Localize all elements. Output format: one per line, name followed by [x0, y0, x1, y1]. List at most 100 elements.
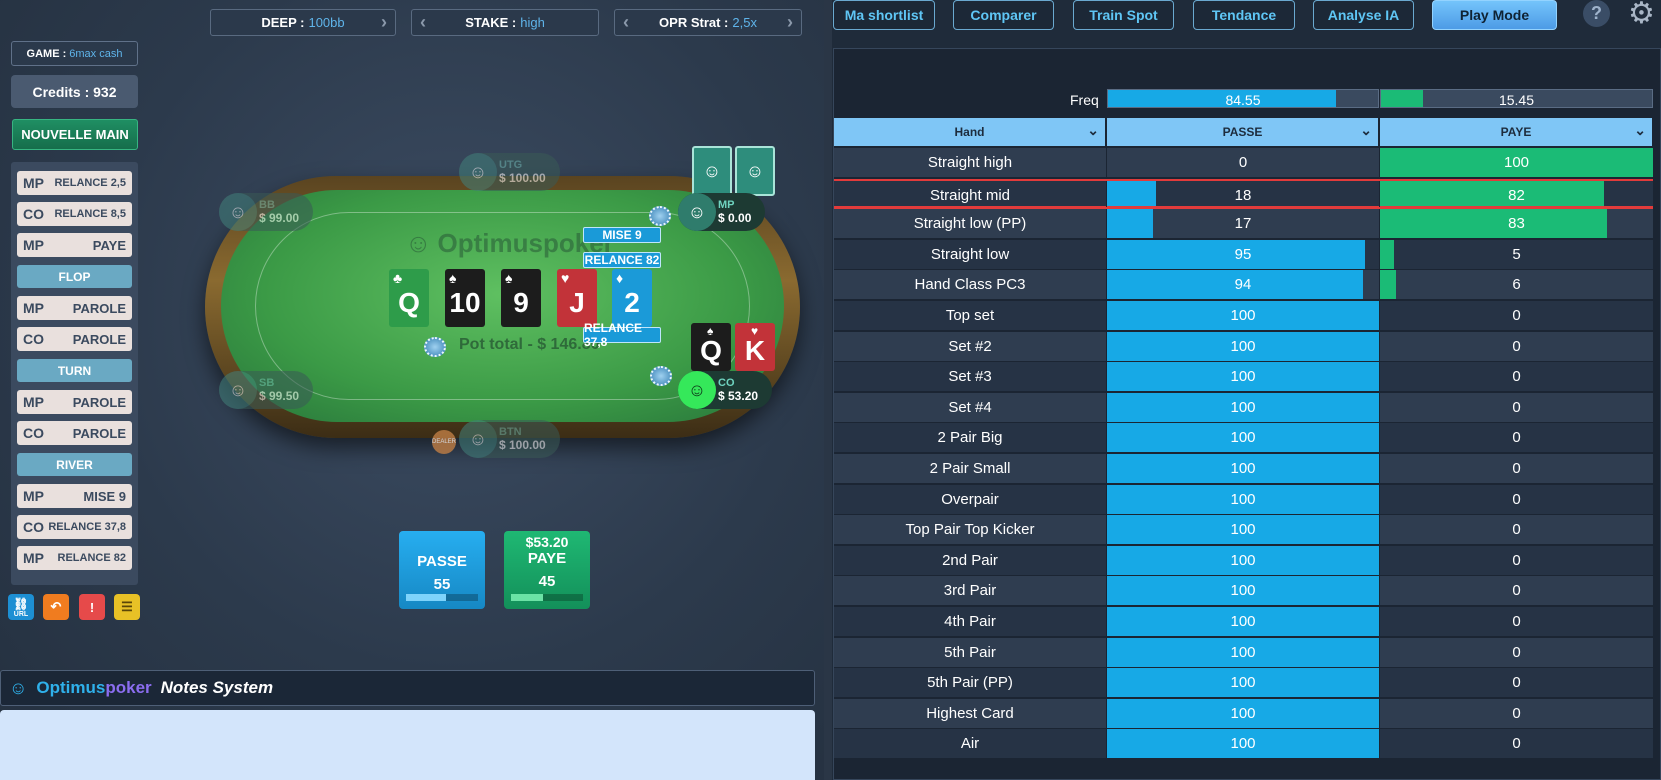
paye-amount: $53.20 — [525, 534, 569, 550]
train-spot-button[interactable]: Train Spot — [1073, 0, 1174, 30]
paye-cell: 6 — [1380, 270, 1653, 299]
table-row[interactable]: 4th Pair 100 0 — [834, 607, 1653, 637]
table-row[interactable]: 2 Pair Big 100 0 — [834, 423, 1653, 453]
url-link-button[interactable]: ⛓ URL — [8, 594, 34, 620]
chevron-down-icon[interactable]: ⌄ — [1634, 122, 1646, 139]
passe-button[interactable]: PASSE 55 — [399, 531, 485, 609]
hand-cell: 2 Pair Big — [834, 423, 1106, 452]
avatar: ☺ — [678, 371, 716, 409]
column-header-passe[interactable]: PASSE ⌄ — [1107, 118, 1379, 146]
table-row[interactable]: Highest Card 100 0 — [834, 699, 1653, 729]
table-row[interactable]: Set #3 100 0 — [834, 362, 1653, 392]
stake-selector[interactable]: ‹ STAKE : high — [411, 9, 599, 36]
alert-button[interactable]: ! — [79, 594, 105, 620]
chevron-right-icon[interactable]: › — [787, 12, 793, 33]
history-action: RELANCE 2,5 — [54, 177, 126, 189]
table-row[interactable]: Set #2 100 0 — [834, 332, 1653, 362]
passe-cell: 18 — [1107, 179, 1379, 208]
avatar: ☺ — [219, 371, 257, 409]
table-row[interactable]: Overpair 100 0 — [834, 485, 1653, 515]
action-history: MP RELANCE 2,5 CO RELANCE 8,5 MP PAYE FLOP … — [11, 162, 138, 585]
card-suit: ♠ — [449, 270, 457, 286]
table-row[interactable]: 2nd Pair 100 0 — [834, 546, 1653, 576]
table-row[interactable]: Top Pair Top Kicker 100 0 — [834, 515, 1653, 545]
passe-cell: 100 — [1107, 638, 1379, 667]
deep-selector[interactable]: DEEP : 100bb › — [210, 9, 396, 36]
new-hand-button[interactable]: NOUVELLE MAIN — [12, 119, 138, 150]
card-suit: ♦ — [616, 270, 624, 286]
seat-stack: $ 99.50 — [259, 389, 300, 403]
avatar: ☺ — [459, 153, 497, 191]
paye-cell: 82 — [1380, 179, 1653, 208]
table-row[interactable]: Set #4 100 0 — [834, 393, 1653, 423]
passe-value: 100 — [1230, 491, 1256, 508]
paye-cell: 0 — [1380, 546, 1653, 575]
ai-analysis-button[interactable]: Analyse IA — [1313, 0, 1414, 30]
table-row[interactable]: Hand Class PC3 94 6 — [834, 270, 1653, 300]
chevron-down-icon[interactable]: ⌄ — [1087, 122, 1099, 139]
hand-cell: Straight high — [834, 148, 1106, 177]
table-row[interactable]: 3rd Pair 100 0 — [834, 576, 1653, 606]
table-row[interactable]: Top set 100 0 — [834, 301, 1653, 331]
passe-cell: 100 — [1107, 699, 1379, 728]
hand-cell: 5th Pair — [834, 638, 1106, 667]
table-row[interactable]: Air 100 0 — [834, 729, 1653, 759]
passe-value: 100 — [1230, 705, 1256, 722]
table-row[interactable]: 5th Pair (PP) 100 0 — [834, 668, 1653, 698]
card-rank: K — [744, 335, 766, 366]
passe-value: 100 — [1230, 552, 1256, 569]
hand-cell: Overpair — [834, 485, 1106, 514]
undo-button[interactable]: ↶ — [43, 594, 69, 620]
paye-cell: 0 — [1380, 607, 1653, 636]
play-mode-button[interactable]: Play Mode — [1432, 0, 1557, 30]
card-suit: ♣ — [393, 270, 403, 286]
opr-strat-selector[interactable]: ‹ OPR Strat : 2,5x › — [614, 9, 802, 36]
hand-cell: Straight low — [834, 240, 1106, 269]
column-header-hand[interactable]: Hand ⌄ — [834, 118, 1106, 146]
trend-button[interactable]: Tendance — [1193, 0, 1295, 30]
opr-value: 2,5x — [732, 15, 757, 30]
passe-value: 100 — [1230, 613, 1256, 630]
credits-display: Credits : 932 — [11, 75, 138, 108]
column-header-paye[interactable]: PAYE ⌄ — [1380, 118, 1653, 146]
notes-textarea[interactable] — [0, 710, 815, 780]
table-row[interactable]: 5th Pair 100 0 — [834, 638, 1653, 668]
chevron-left-icon[interactable]: ‹ — [420, 12, 426, 33]
notes-brand-a: Optimus — [36, 678, 106, 697]
dealer-button: DEALER — [432, 430, 456, 454]
shortlist-button[interactable]: Ma shortlist — [833, 0, 935, 30]
notes-button[interactable]: ☰ — [114, 594, 140, 620]
hand-name: Top Pair Top Kicker — [905, 521, 1035, 538]
history-item: MP PAYE — [17, 233, 132, 257]
passe-cell: 100 — [1107, 393, 1379, 422]
paye-button[interactable]: $53.20 PAYE 45 — [504, 531, 590, 609]
card-rank: Q — [398, 287, 420, 318]
chevron-right-icon[interactable]: › — [381, 12, 387, 33]
gear-icon[interactable]: ⚙ — [1628, 0, 1655, 31]
undo-icon: ↶ — [50, 599, 62, 614]
paye-cell: 0 — [1380, 699, 1653, 728]
paye-value: 0 — [1512, 735, 1521, 752]
table-row[interactable]: 2 Pair Small 100 0 — [834, 454, 1653, 484]
passe-value: 100 — [1230, 399, 1256, 416]
table-row[interactable]: Straight high 0 100 — [834, 148, 1653, 178]
chevron-left-icon[interactable]: ‹ — [623, 12, 629, 33]
freq-bar-paye: 15.45 — [1380, 89, 1653, 108]
passe-value: 18 — [1234, 187, 1252, 204]
paye-cell: 0 — [1380, 485, 1653, 514]
chevron-down-icon[interactable]: ⌄ — [1360, 122, 1372, 139]
table-row[interactable]: Straight mid 18 82 — [834, 179, 1653, 209]
passe-value: 100 — [1230, 368, 1256, 385]
table-row[interactable]: Straight low 95 5 — [834, 240, 1653, 270]
help-icon[interactable]: ? — [1583, 0, 1610, 27]
paye-freq-bar — [511, 594, 583, 601]
passe-value: 100 — [1230, 307, 1256, 324]
passe-cell: 100 — [1107, 515, 1379, 544]
card-suit: ♠ — [505, 270, 513, 286]
history-item: MP PAROLE — [17, 390, 132, 414]
url-label: URL — [13, 610, 29, 618]
compare-button[interactable]: Comparer — [953, 0, 1054, 30]
hand-cell: 4th Pair — [834, 607, 1106, 636]
chips-icon — [650, 366, 672, 386]
table-row[interactable]: Straight low (PP) 17 83 — [834, 209, 1653, 239]
